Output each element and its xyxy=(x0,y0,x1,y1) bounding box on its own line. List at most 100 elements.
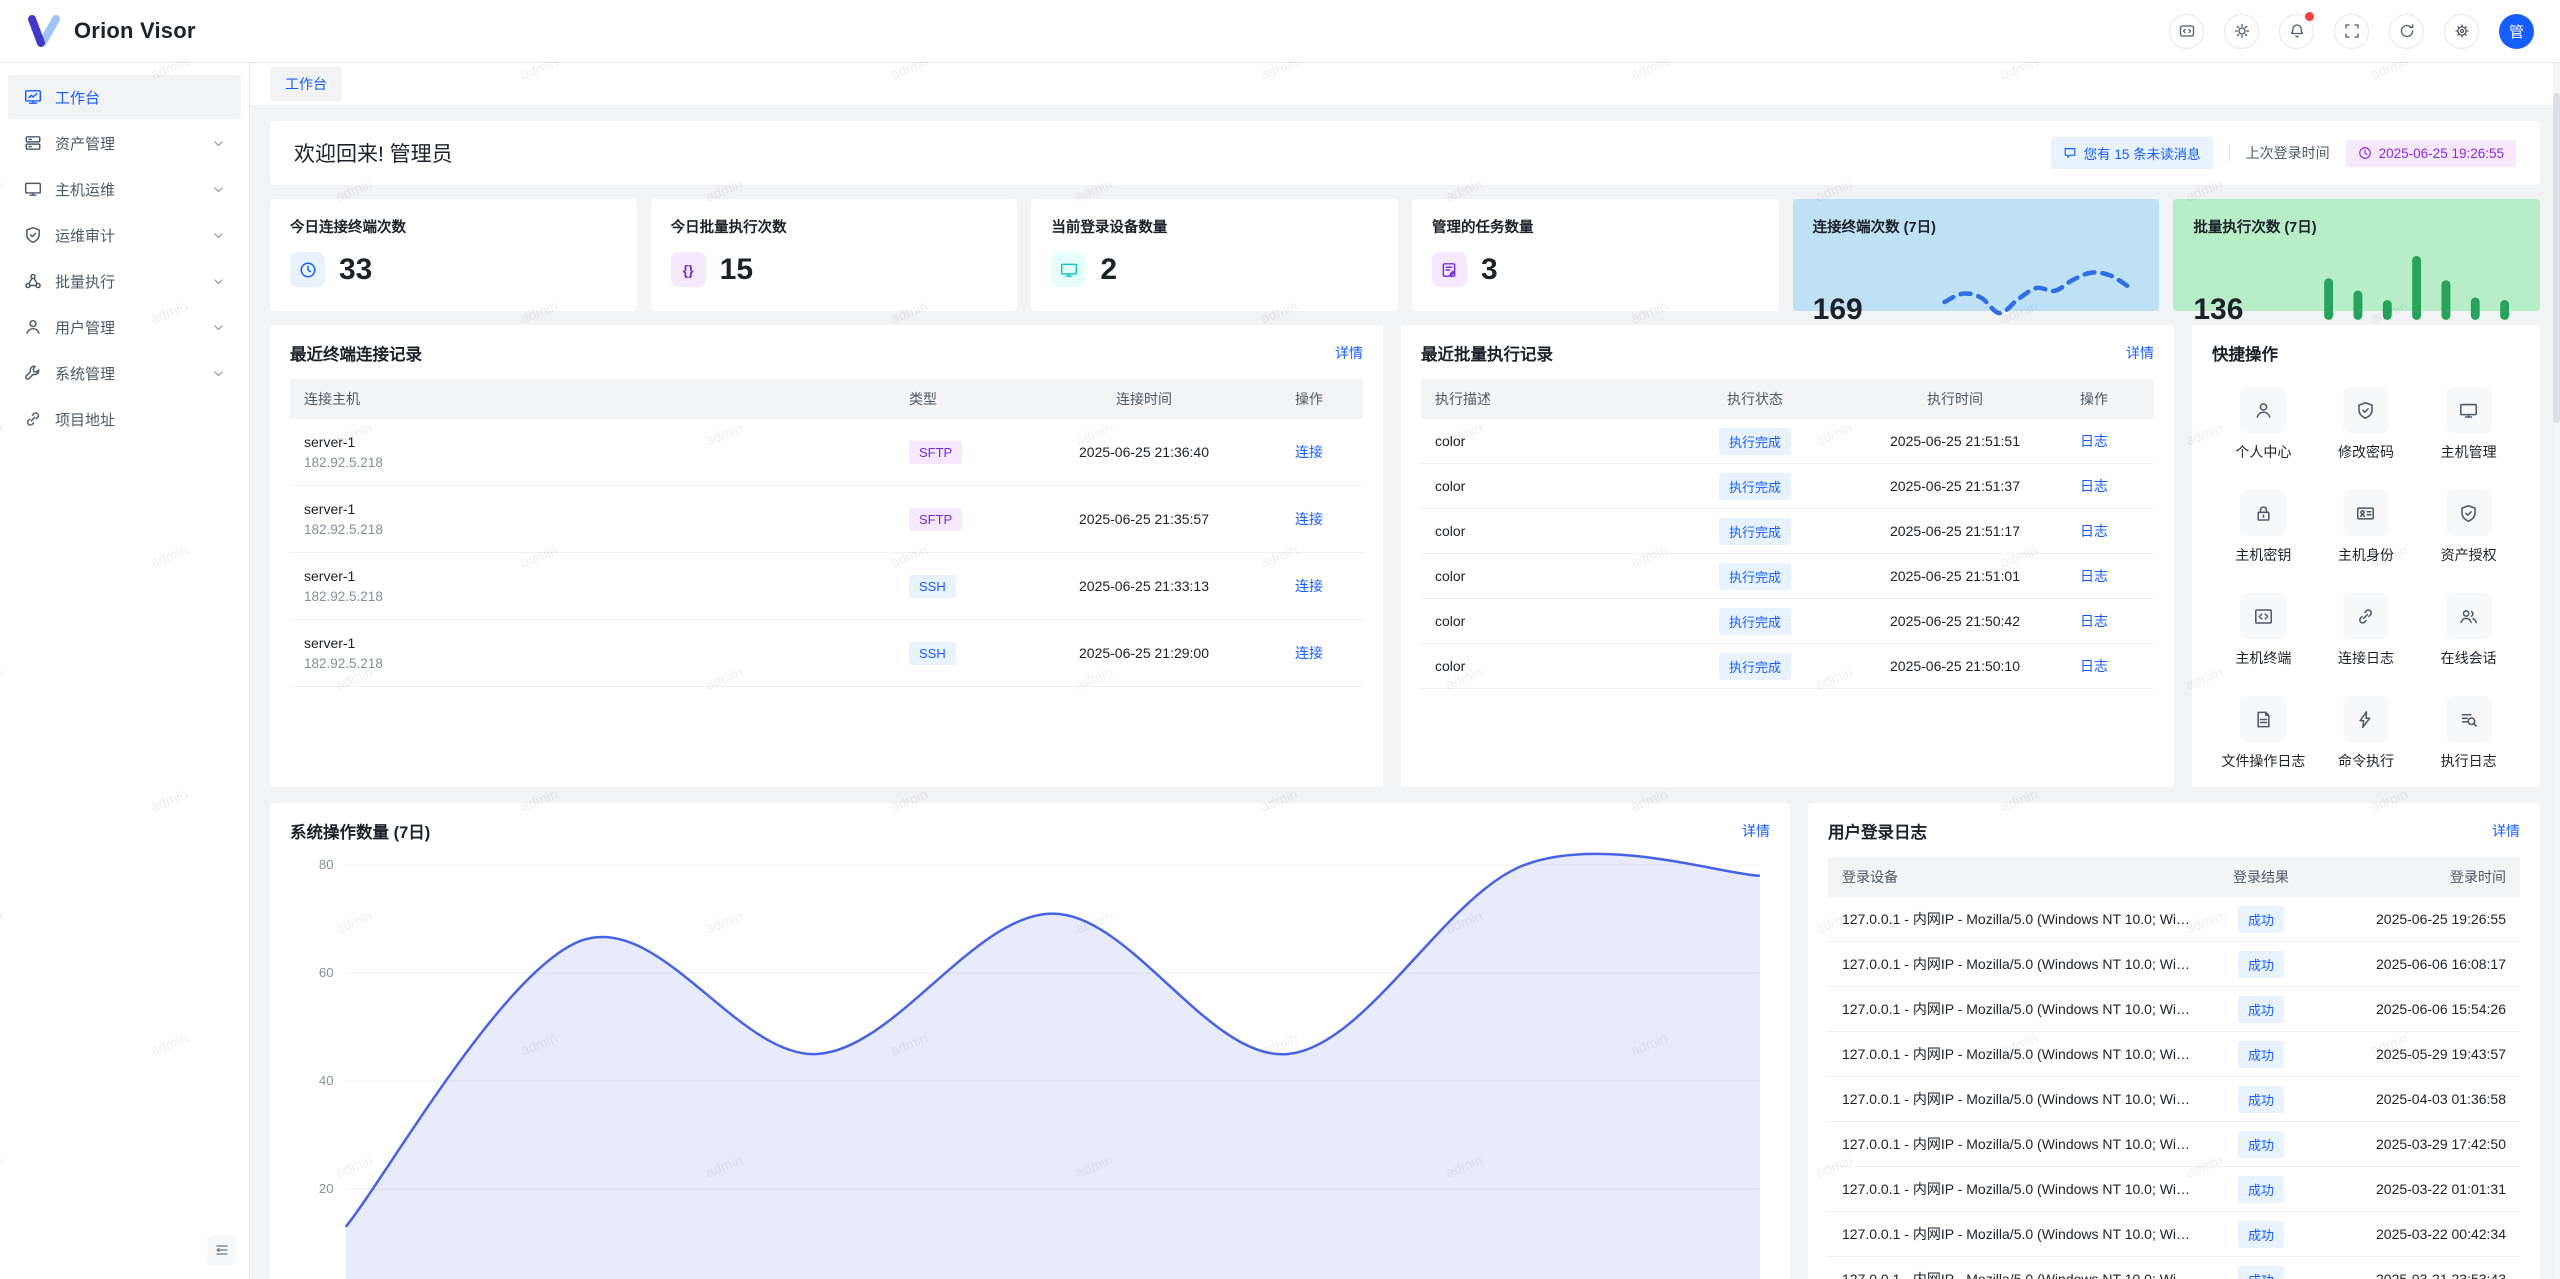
quick-action-profile[interactable]: 个人中心 xyxy=(2212,387,2315,462)
fullscreen-button[interactable] xyxy=(2334,14,2369,49)
log-link[interactable]: 日志 xyxy=(2080,658,2108,674)
quick-action-host-management[interactable]: 主机管理 xyxy=(2417,387,2520,462)
batch-nodes-icon xyxy=(24,272,42,290)
batch-executions-panel: 最近批量执行记录 详情 执行描述 执行状态 执行时间 操作 color 执行完成… xyxy=(1401,325,2174,787)
quick-action-host-identity[interactable]: 主机身份 xyxy=(2315,490,2418,565)
theme-sun-icon xyxy=(2234,23,2250,39)
connect-time: 2025-06-25 21:35:57 xyxy=(1019,511,1269,527)
login-detail-link[interactable]: 详情 xyxy=(2492,821,2520,841)
log-link[interactable]: 日志 xyxy=(2080,478,2108,494)
log-link[interactable]: 日志 xyxy=(2080,433,2108,449)
login-device: 127.0.0.1 - 内网IP - Mozilla/5.0 (Windows … xyxy=(1842,954,2206,974)
host-name: server-1 xyxy=(304,501,909,517)
refresh-icon xyxy=(2399,23,2415,39)
login-time: 2025-03-22 00:42:34 xyxy=(2316,1226,2506,1242)
host-ip: 182.92.5.218 xyxy=(304,589,909,604)
table-row: 127.0.0.1 - 内网IP - Mozilla/5.0 (Windows … xyxy=(1828,897,2520,942)
quick-action-command-execution[interactable]: 命令执行 xyxy=(2315,696,2418,771)
quick-action-label: 资产授权 xyxy=(2417,545,2520,565)
status-badge: 执行完成 xyxy=(1719,428,1791,455)
connect-link[interactable]: 连接 xyxy=(1295,645,1323,661)
table-row: server-1182.92.5.218 SSH 2025-06-25 21:3… xyxy=(290,553,1363,620)
stat-value: 2 xyxy=(1100,253,1117,287)
login-time: 2025-03-21 23:53:43 xyxy=(2316,1271,2506,1279)
sidebar-item-assets[interactable]: 资产管理 xyxy=(8,121,241,165)
panel-title: 系统操作数量 (7日) xyxy=(290,819,430,843)
avatar[interactable]: 管 xyxy=(2499,14,2534,49)
connect-link[interactable]: 连接 xyxy=(1295,444,1323,460)
breadcrumb-item-workbench[interactable]: 工作台 xyxy=(270,67,342,101)
chart-detail-link[interactable]: 详情 xyxy=(1742,821,1770,841)
col-host: 连接主机 xyxy=(304,389,909,409)
quick-action-label: 主机密钥 xyxy=(2212,545,2315,565)
table-row: 127.0.0.1 - 内网IP - Mozilla/5.0 (Windows … xyxy=(1828,987,2520,1032)
stat-value: 33 xyxy=(339,253,372,287)
status-badge: 执行完成 xyxy=(1719,473,1791,500)
exec-time: 2025-06-25 21:51:51 xyxy=(1830,433,2080,449)
sidebar-item-label: 批量执行 xyxy=(55,271,199,292)
sidebar-item-users[interactable]: 用户管理 xyxy=(8,305,241,349)
theme-button[interactable] xyxy=(2224,14,2259,49)
quick-action-execution-log[interactable]: 执行日志 xyxy=(2417,696,2520,771)
sidebar-item-workbench[interactable]: 工作台 xyxy=(8,75,241,119)
welcome-title: 欢迎回来! 管理员 xyxy=(294,138,453,168)
quick-action-label: 连接日志 xyxy=(2315,648,2418,668)
sidebar-item-audit[interactable]: 运维审计 xyxy=(8,213,241,257)
refresh-button[interactable] xyxy=(2389,14,2424,49)
stat-card-batch-7d: 批量执行次数 (7日) 136 xyxy=(2173,199,2540,311)
stat-value: 15 xyxy=(720,253,753,287)
quick-action-label: 主机身份 xyxy=(2315,545,2418,565)
connect-time: 2025-06-25 21:36:40 xyxy=(1019,444,1269,460)
quick-action-asset-authorization[interactable]: 资产授权 xyxy=(2417,490,2520,565)
connect-link[interactable]: 连接 xyxy=(1295,578,1323,594)
connect-time: 2025-06-25 21:33:13 xyxy=(1019,578,1269,594)
bolt-icon xyxy=(2343,696,2389,742)
col-desc: 执行描述 xyxy=(1435,389,1680,409)
notification-button[interactable] xyxy=(2279,14,2314,49)
sidebar-item-project-url[interactable]: 项目地址 xyxy=(8,397,241,441)
quick-action-host-keys[interactable]: 主机密钥 xyxy=(2212,490,2315,565)
sidebar-item-host-ops[interactable]: 主机运维 xyxy=(8,167,241,211)
monitor-icon xyxy=(2446,387,2492,433)
panel-title: 最近批量执行记录 xyxy=(1421,341,1553,365)
quick-action-change-password[interactable]: 修改密码 xyxy=(2315,387,2418,462)
sidebar-item-system[interactable]: 系统管理 xyxy=(8,351,241,395)
login-device: 127.0.0.1 - 内网IP - Mozilla/5.0 (Windows … xyxy=(1842,1089,2206,1109)
scrollbar[interactable] xyxy=(2553,63,2560,1279)
file-text-icon xyxy=(2240,696,2286,742)
batch-detail-link[interactable]: 详情 xyxy=(2126,343,2154,363)
stats-row: 今日连接终端次数 33 今日批量执行次数 {} 15 当前登录设备数量 xyxy=(270,199,2540,311)
code-button[interactable] xyxy=(2169,14,2204,49)
quick-action-host-terminal[interactable]: 主机终端 xyxy=(2212,593,2315,668)
svg-text:40: 40 xyxy=(319,1073,334,1088)
user-login-log-panel: 用户登录日志 详情 登录设备 登录结果 登录时间 127.0.0.1 - 内网I… xyxy=(1808,803,2540,1279)
quick-action-label: 文件操作日志 xyxy=(2212,751,2315,771)
sidebar-item-label: 资产管理 xyxy=(55,133,199,154)
code-icon xyxy=(2179,23,2195,39)
terminal-detail-link[interactable]: 详情 xyxy=(1335,343,1363,363)
scrollbar-thumb[interactable] xyxy=(2553,93,2560,423)
collapse-sidebar-button[interactable] xyxy=(207,1235,237,1265)
login-device: 127.0.0.1 - 内网IP - Mozilla/5.0 (Windows … xyxy=(1842,999,2206,1019)
log-link[interactable]: 日志 xyxy=(2080,568,2108,584)
sidebar-item-batch[interactable]: 批量执行 xyxy=(8,259,241,303)
quick-action-connection-log[interactable]: 连接日志 xyxy=(2315,593,2418,668)
quick-action-online-sessions[interactable]: 在线会话 xyxy=(2417,593,2520,668)
fullscreen-icon xyxy=(2344,23,2360,39)
unread-messages-text: 您有 15 条未读消息 xyxy=(2084,143,2201,163)
log-link[interactable]: 日志 xyxy=(2080,523,2108,539)
settings-button[interactable] xyxy=(2444,14,2479,49)
status-badge: 执行完成 xyxy=(1719,518,1791,545)
clock-icon xyxy=(290,252,325,287)
log-link[interactable]: 日志 xyxy=(2080,613,2108,629)
quick-action-file-operation-log[interactable]: 文件操作日志 xyxy=(2212,696,2315,771)
table-row: color 执行完成 2025-06-25 21:51:37 日志 xyxy=(1421,464,2154,509)
divider xyxy=(2229,145,2230,162)
chevron-down-icon xyxy=(212,367,225,380)
quick-action-label: 在线会话 xyxy=(2417,648,2520,668)
exec-desc: color xyxy=(1435,523,1680,539)
type-tag: SFTP xyxy=(909,441,962,464)
status-badge: 执行完成 xyxy=(1719,608,1791,635)
connect-link[interactable]: 连接 xyxy=(1295,511,1323,527)
unread-messages-chip[interactable]: 您有 15 条未读消息 xyxy=(2051,137,2213,169)
